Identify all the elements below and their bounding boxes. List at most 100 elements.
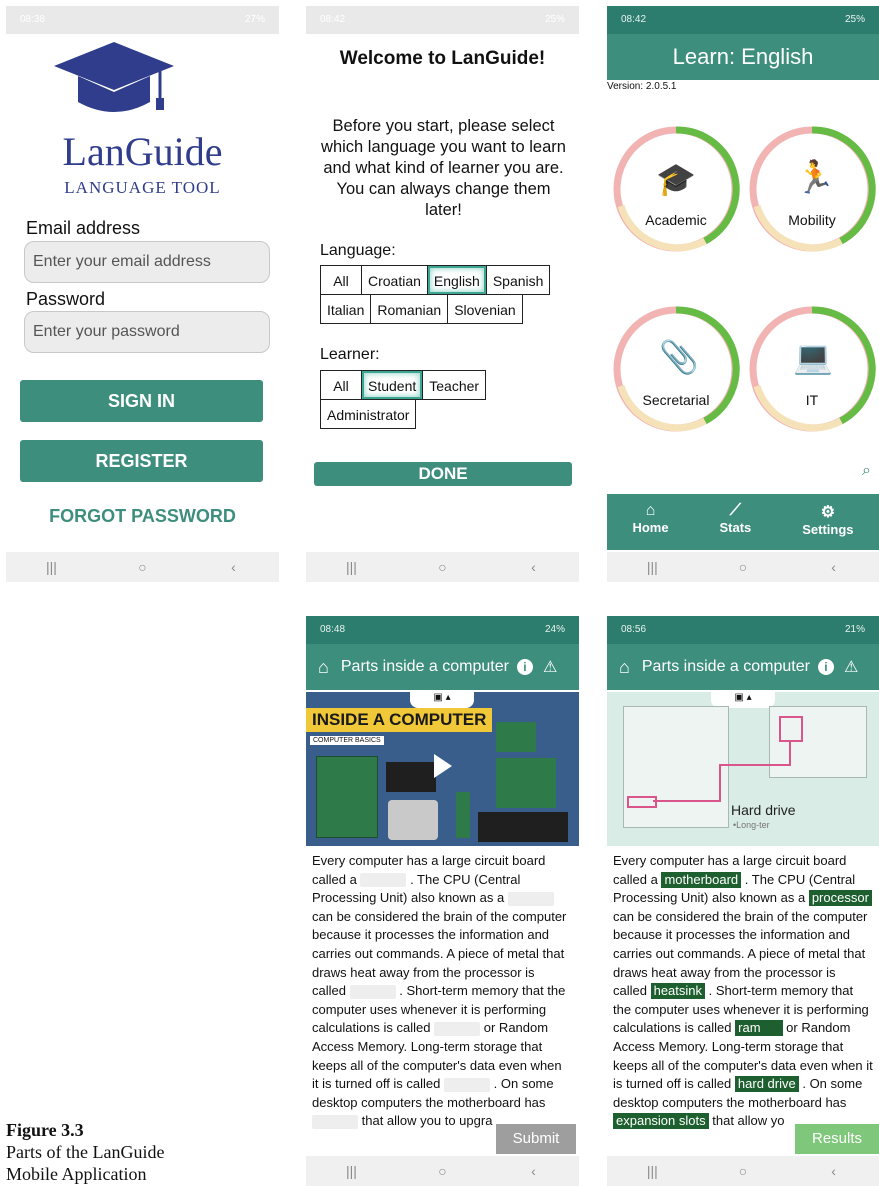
results-button[interactable]: Results: [795, 1124, 879, 1154]
answer-blank[interactable]: [349, 984, 396, 999]
chip-learner-student[interactable]: Student: [361, 370, 424, 400]
chip-language-croatian[interactable]: Croatian: [361, 265, 428, 295]
login-screen: 08:38 27% LanGuide LANGUAGE TOOL Email a…: [6, 6, 279, 582]
paperclip-document-icon: 📎: [659, 339, 699, 375]
status-time: 08:42: [621, 14, 647, 25]
back-icon[interactable]: ‹: [219, 559, 249, 575]
answer-blank[interactable]: [434, 1021, 481, 1036]
caption-line: Mobile Application: [6, 1164, 147, 1184]
chip-language-italian[interactable]: Italian: [320, 294, 372, 324]
media-toggle-tab[interactable]: ▣ ▴: [410, 692, 474, 708]
ram-image: [456, 792, 470, 838]
category-academic[interactable]: 🎓 Academic: [611, 124, 741, 254]
recent-apps-icon[interactable]: |||: [637, 1163, 667, 1179]
system-nav-bar: ||| ○ ‹: [6, 552, 279, 582]
password-label: Password: [26, 289, 106, 309]
home-circle-icon[interactable]: ○: [128, 559, 158, 575]
status-bar: 08:56 21%: [607, 616, 879, 644]
status-bar: 08:42 25%: [306, 6, 579, 34]
answer-blank[interactable]: [360, 873, 407, 888]
chip-language-slovenian[interactable]: Slovenian: [447, 294, 523, 324]
welcome-screen: 08:42 25% Welcome to LanGuide! Before yo…: [306, 6, 579, 582]
nav-stats[interactable]: ⟋ Stats: [720, 494, 752, 550]
category-label: Academic: [645, 212, 707, 228]
category-it[interactable]: 💻 IT: [747, 304, 877, 434]
done-button[interactable]: DONE: [314, 462, 572, 486]
connector-highlight: [627, 796, 657, 808]
home-circle-icon[interactable]: ○: [728, 1163, 758, 1179]
back-icon[interactable]: ‹: [519, 1163, 549, 1179]
text-part: that allow you to upgra: [361, 1113, 493, 1129]
status-bar: 08:48 24%: [306, 616, 579, 644]
chip-language-english[interactable]: English: [426, 265, 487, 295]
back-icon[interactable]: ‹: [819, 559, 849, 575]
answer-expansion-slots[interactable]: expansion slots: [613, 1113, 709, 1130]
answer-heatsink[interactable]: heatsink: [650, 983, 706, 1000]
pointer-line: [719, 764, 721, 802]
answer-processor[interactable]: processor: [808, 890, 872, 907]
walking-person-icon: 🏃: [795, 159, 835, 195]
chip-language-spanish[interactable]: Spanish: [485, 265, 551, 295]
register-button[interactable]: REGISTER: [20, 440, 263, 482]
warning-icon[interactable]: ⚠: [844, 657, 858, 677]
submit-button[interactable]: Submit: [496, 1124, 576, 1154]
recent-apps-icon[interactable]: |||: [337, 1163, 367, 1179]
email-field[interactable]: Enter your email address: [24, 241, 270, 283]
app-logo-title: LanGuide: [62, 129, 223, 174]
exercise-header: ⌂ Parts inside a computer i ⚠: [306, 644, 579, 690]
learn-header: Learn: English: [607, 34, 879, 80]
video-thumbnail[interactable]: ▣ ▴ INSIDE A COMPUTER COMPUTER BASICS: [306, 692, 579, 846]
results-screen: 08:56 21% ⌂ Parts inside a computer i ⚠ …: [607, 616, 879, 1186]
home-icon[interactable]: ⌂: [318, 657, 329, 678]
warning-icon[interactable]: ⚠: [543, 657, 557, 677]
recent-apps-icon[interactable]: |||: [337, 559, 367, 575]
password-field[interactable]: Enter your password: [24, 311, 270, 353]
home-circle-icon[interactable]: ○: [728, 559, 758, 575]
search-icon[interactable]: ⌕: [862, 462, 871, 480]
category-label: Secretarial: [642, 392, 710, 408]
pointer-line: [653, 800, 719, 802]
answer-blank[interactable]: [507, 891, 554, 906]
status-battery: 25%: [544, 14, 565, 25]
chip-learner-all[interactable]: All: [320, 370, 362, 400]
answer-blank[interactable]: [312, 1114, 358, 1129]
back-icon[interactable]: ‹: [819, 1163, 849, 1179]
exercise-title: Parts inside a computer: [641, 658, 810, 675]
diagram-image: ▣ ▴ Hard drive •Long-ter: [607, 692, 879, 846]
chip-language-romanian[interactable]: Romanian: [370, 294, 449, 324]
recent-apps-icon[interactable]: |||: [637, 559, 667, 575]
forgot-password-link[interactable]: FORGOT PASSWORD: [6, 506, 279, 527]
chip-learner-administrator[interactable]: Administrator: [320, 399, 417, 429]
home-circle-icon[interactable]: ○: [428, 559, 458, 575]
nav-settings[interactable]: ⚙ Settings: [802, 494, 853, 550]
system-nav-bar: ||| ○ ‹: [607, 552, 879, 582]
status-battery: 27%: [244, 14, 265, 25]
answer-hard-drive[interactable]: hard drive: [734, 1076, 799, 1093]
answer-motherboard[interactable]: motherboard: [661, 871, 742, 888]
learn-screen: 08:42 25% Learn: English Version: 2.0.5.…: [607, 6, 879, 582]
gpu-image: [386, 762, 436, 792]
chip-learner-teacher[interactable]: Teacher: [422, 370, 487, 400]
welcome-title: Welcome to LanGuide!: [339, 48, 546, 69]
info-icon[interactable]: i: [817, 659, 834, 675]
home-circle-icon[interactable]: ○: [428, 1163, 458, 1179]
recent-apps-icon[interactable]: |||: [37, 559, 67, 575]
figure-number: Figure 3.3: [6, 1120, 84, 1140]
category-label: Mobility: [788, 212, 836, 228]
nav-home[interactable]: ⌂ Home: [632, 494, 668, 550]
hard-drive-highlight: [779, 716, 803, 742]
version-text: Version: 2.0.5.1: [607, 81, 677, 92]
answer-blank[interactable]: [444, 1077, 491, 1092]
sign-in-button[interactable]: SIGN IN: [20, 380, 263, 422]
category-mobility[interactable]: 🏃 Mobility: [747, 124, 877, 254]
chip-language-all[interactable]: All: [320, 265, 362, 295]
email-label: Email address: [26, 218, 141, 238]
board-image: [496, 722, 536, 752]
home-icon[interactable]: ⌂: [619, 657, 630, 678]
laptop-phone-icon: 💻: [793, 339, 833, 375]
answer-ram[interactable]: ram: [735, 1020, 783, 1037]
back-icon[interactable]: ‹: [519, 559, 549, 575]
category-secretarial[interactable]: 📎 Secretarial: [611, 304, 741, 434]
info-icon[interactable]: i: [516, 659, 533, 675]
play-icon[interactable]: [434, 754, 452, 778]
